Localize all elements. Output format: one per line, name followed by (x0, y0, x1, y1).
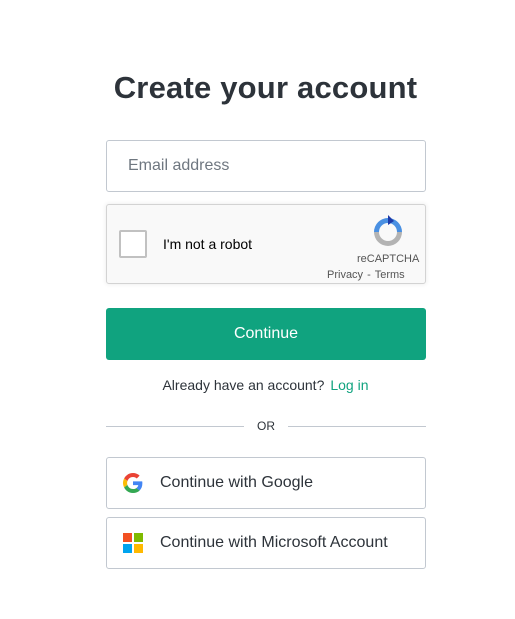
divider-label: OR (257, 419, 275, 433)
divider-left (106, 426, 244, 427)
microsoft-signin-button[interactable]: Continue with Microsoft Account (106, 517, 426, 569)
login-prompt: Already have an account? Log in (0, 377, 515, 393)
email-field[interactable] (106, 140, 426, 192)
recaptcha-links: Privacy - Terms (327, 269, 405, 281)
microsoft-icon (123, 533, 143, 553)
recaptcha-brand: reCAPTCHA (357, 253, 420, 265)
google-signin-label: Continue with Google (160, 474, 313, 491)
page-title: Create your account (113, 70, 418, 105)
google-icon (123, 473, 143, 493)
signup-page: Create your account I'm not a robot reCA… (0, 0, 515, 619)
login-prompt-text: Already have an account? (162, 377, 325, 393)
recaptcha-checkbox[interactable] (119, 230, 147, 258)
recaptcha-logo-icon (374, 215, 402, 246)
recaptcha-privacy-link[interactable]: Privacy (327, 269, 363, 281)
recaptcha-widget: I'm not a robot reCAPTCHA Privacy - Terms (106, 204, 426, 284)
microsoft-signin-label: Continue with Microsoft Account (160, 534, 388, 551)
recaptcha-label: I'm not a robot (163, 236, 253, 252)
recaptcha-link-separator: - (367, 269, 371, 281)
continue-button[interactable]: Continue (106, 308, 426, 360)
google-signin-button[interactable]: Continue with Google (106, 457, 426, 509)
divider-right (288, 426, 426, 427)
login-link[interactable]: Log in (330, 377, 368, 393)
recaptcha-terms-link[interactable]: Terms (375, 269, 405, 281)
